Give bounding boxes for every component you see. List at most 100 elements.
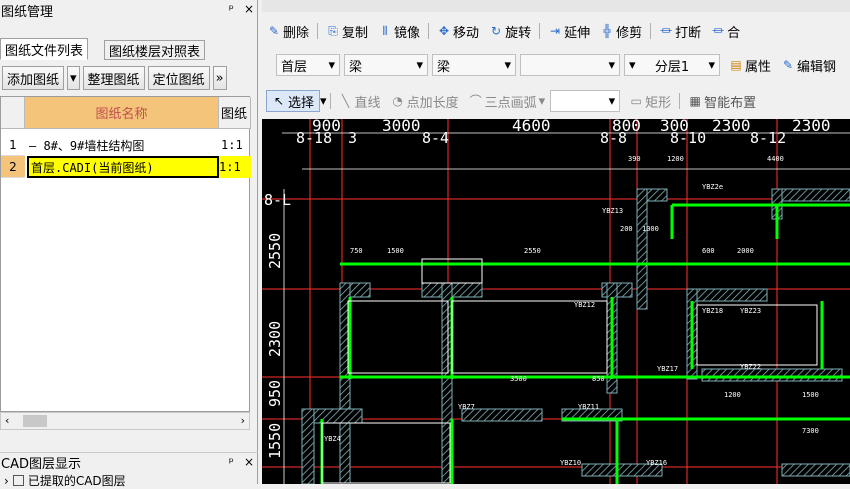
cad-layer-item[interactable]: › 已提取的CAD图层	[4, 472, 126, 489]
drawing-management-panel: 图纸管理 ᵖ × 图纸文件列表 图纸楼层对照表 添加图纸 ▾ 整理图纸 定位图纸…	[0, 0, 258, 488]
merge-button[interactable]: ⏛ 合	[706, 22, 745, 41]
copy-icon: ⎘	[328, 24, 338, 38]
edit-icon: ✎	[782, 58, 794, 72]
three-point-arc-button[interactable]: ⌒ 三点画弧 ▾	[464, 92, 551, 111]
canvas-label: 1500	[802, 391, 819, 399]
dim-label: 2300	[792, 119, 831, 135]
axis-label: 8-18	[296, 129, 332, 147]
copy-button[interactable]: ⎘ 复制	[321, 22, 373, 41]
delete-icon: ✎	[268, 24, 280, 38]
add-drawing-dropdown[interactable]: ▾	[67, 66, 80, 90]
scroll-right-icon[interactable]: ›	[241, 414, 245, 427]
mirror-button[interactable]: ⫴ 镜像	[373, 22, 425, 41]
separator	[428, 23, 430, 39]
point-length-button[interactable]: ◔ 点加长度	[386, 92, 464, 111]
axis-label: 8-12	[750, 129, 786, 147]
panel-title: 图纸管理	[1, 4, 54, 20]
column-header-name[interactable]: 图纸名称	[25, 97, 219, 129]
properties-button[interactable]: ▤ 属性	[724, 56, 776, 75]
canvas-label: YBZ18	[702, 307, 723, 315]
row-scale: 1:1	[221, 138, 243, 152]
merge-icon: ⏛	[712, 24, 725, 38]
move-button[interactable]: ✥ 移动	[432, 22, 484, 41]
canvas-label: YBZ7	[458, 403, 475, 411]
component-name-select[interactable]: ▾	[520, 54, 620, 76]
column-header-scale[interactable]: 图纸	[219, 97, 251, 129]
more-button[interactable]: »	[212, 66, 227, 90]
axis-label: 8-L	[264, 191, 291, 209]
trim-button[interactable]: ╬ 修剪	[595, 22, 647, 41]
scroll-thumb[interactable]	[23, 415, 47, 427]
canvas-label: YBZ11	[578, 403, 599, 411]
canvas-label: 390	[628, 155, 641, 163]
drawing-table: 图纸名称 图纸 1 — 8#、9#墙柱结构图 1:1 2 首层.CADI(当前图…	[0, 96, 251, 412]
table-row[interactable]: — 8#、9#墙柱结构图	[29, 134, 217, 156]
line-icon: ╲	[341, 94, 350, 108]
arc-icon: ⌒	[469, 94, 482, 108]
cad-layer-title-bar: CAD图层显示 ᵖ ×	[0, 452, 258, 472]
floor-select[interactable]: 首层 ▾	[276, 54, 340, 76]
chevron-down-icon: ▾	[629, 57, 636, 73]
trim-icon: ╬	[603, 24, 611, 38]
chevron-down-icon: ▾	[608, 93, 616, 109]
rectangle-icon: ▭	[630, 94, 642, 108]
canvas-label: YBZ13	[602, 207, 623, 215]
cad-drawing-canvas[interactable]: 900 3000 4600 800 300 2300 2300 8-18 3 8…	[262, 119, 850, 484]
axis-label: 3	[348, 129, 357, 147]
pin-icon[interactable]: ᵖ	[229, 455, 234, 469]
line-button[interactable]: ╲ 直线	[334, 92, 386, 111]
dim-label: 3000	[382, 119, 421, 135]
canvas-label: 600	[702, 247, 715, 255]
close-icon[interactable]: ×	[244, 2, 254, 16]
extend-button[interactable]: ⇥ 延伸	[543, 22, 595, 41]
separator	[329, 93, 331, 109]
canvas-label: 750	[350, 247, 363, 255]
cad-layer-title: CAD图层显示	[1, 457, 81, 472]
move-icon: ✥	[439, 24, 450, 38]
break-button[interactable]: ⏛ 打断	[654, 22, 706, 41]
chevron-down-icon: ▾	[608, 57, 615, 73]
select-button[interactable]: ↖ 选择	[266, 90, 321, 112]
delete-button[interactable]: ✎ 删除	[262, 22, 314, 41]
component-type-select[interactable]: 梁 ▾	[344, 54, 428, 76]
scroll-left-icon[interactable]: ‹	[5, 414, 9, 427]
horizontal-scrollbar[interactable]: ‹ ›	[0, 412, 250, 430]
close-icon[interactable]: ×	[244, 455, 254, 469]
smart-layout-button[interactable]: ▦ 智能布置	[683, 92, 761, 111]
canvas-label: YBZ4	[324, 435, 341, 443]
tab-floor-mapping[interactable]: 图纸楼层对照表	[104, 40, 206, 60]
canvas-label: YBZ10	[560, 459, 581, 467]
canvas-label: 7300	[802, 427, 819, 435]
locate-drawing-button[interactable]: 定位图纸	[147, 66, 210, 90]
rectangle-button[interactable]: ▭ 矩形	[624, 92, 676, 111]
chevron-down-icon: ▾	[328, 57, 335, 73]
axis-label: 8-8	[600, 129, 627, 147]
table-row-selected[interactable]: 首层.CADI(当前图纸)	[27, 156, 219, 178]
chevron-down-icon: ▾	[416, 57, 423, 73]
dim-label: 950	[266, 380, 284, 407]
edit-rebar-button[interactable]: ✎ 编辑钢	[776, 56, 841, 75]
canvas-label: 2550	[524, 247, 541, 255]
rotate-button[interactable]: ↻ 旋转	[484, 22, 536, 41]
chevron-down-icon: ▾	[538, 93, 546, 109]
layer-select[interactable]: ▾ 分层1 ▾	[624, 54, 720, 76]
canvas-label: 4400	[767, 155, 784, 163]
tab-file-list[interactable]: 图纸文件列表	[0, 38, 89, 60]
edit-toolbar: ✎ 删除 ⎘ 复制 ⫴ 镜像 ✥ 移动 ↻ 旋转 ⇥ 延伸 ╬ 修剪 ⏛ 打断 ⏛ 合	[262, 18, 850, 44]
panel-title-bar: 图纸管理 ᵖ ×	[0, 0, 258, 20]
chevron-down-icon: ▾	[70, 70, 77, 86]
column-hatches	[301, 188, 850, 484]
chevron-down-icon[interactable]: ▾	[320, 94, 327, 109]
row-number: 2	[1, 156, 25, 178]
canvas-label: 850	[592, 375, 605, 383]
pin-icon[interactable]: ᵖ	[229, 2, 234, 16]
top-menu-strip	[262, 0, 850, 12]
cad-drawing[interactable]: 900 3000 4600 800 300 2300 2300 8-18 3 8…	[262, 119, 850, 484]
arc-param-input[interactable]: ▾	[550, 90, 621, 112]
arrange-drawing-button[interactable]: 整理图纸	[82, 66, 145, 90]
table-corner	[1, 97, 25, 129]
layer-checkbox[interactable]	[12, 475, 24, 486]
component-subtype-select[interactable]: 梁 ▾	[432, 54, 516, 76]
panel-button-row: 添加图纸 ▾ 整理图纸 定位图纸 »	[0, 64, 258, 92]
add-drawing-button[interactable]: 添加图纸	[2, 66, 65, 90]
